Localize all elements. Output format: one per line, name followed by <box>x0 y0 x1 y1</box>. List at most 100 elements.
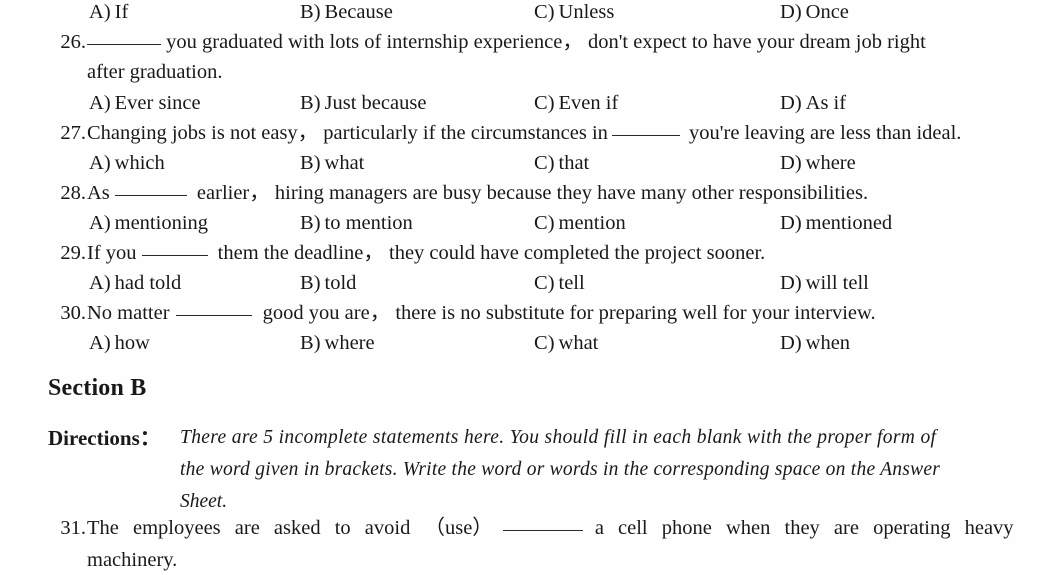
question-27-blank[interactable] <box>611 135 680 136</box>
directions-label: Directions： <box>48 426 161 450</box>
option-a[interactable]: A) mentioning <box>89 208 208 238</box>
option-c-label: tell <box>558 272 585 294</box>
question-27-stem-text-2: you're leaving are less than ideal. <box>683 122 962 144</box>
option-d[interactable]: D) where <box>780 148 856 178</box>
option-c[interactable]: C) mention <box>534 208 626 238</box>
directions-line-1: There are 5 incomplete statements here. … <box>180 427 937 448</box>
option-d[interactable]: D) when <box>780 328 850 358</box>
question-26-blank[interactable] <box>87 44 161 45</box>
question-28-stem-text-1: As <box>87 182 110 204</box>
option-a-paren: ) <box>103 332 111 354</box>
option-b-label: told <box>324 272 357 294</box>
option-d[interactable]: D) mentioned <box>780 208 892 238</box>
option-b[interactable]: B) Because <box>300 0 393 27</box>
option-c[interactable]: C) Even if <box>534 88 618 118</box>
question-26-stem-line2: after graduation. <box>87 57 222 87</box>
option-row-q25: A) If B) Because C) Unless D) Once <box>0 0 1054 27</box>
question-30-blank[interactable] <box>175 315 252 316</box>
option-d-paren: ) <box>794 332 802 354</box>
option-b-mark: B <box>300 1 314 23</box>
option-row-q30: A) how B) where C) what D) when <box>0 328 1054 358</box>
option-d-mark: D <box>780 272 795 294</box>
option-c[interactable]: C) what <box>534 328 598 358</box>
question-29-stem: If you them the deadline， they could hav… <box>87 238 765 268</box>
option-d-label: As if <box>805 92 847 114</box>
option-d-mark: D <box>780 212 795 234</box>
question-28-stem: As earlier， hiring managers are busy bec… <box>87 178 868 208</box>
option-c[interactable]: C) Unless <box>534 0 614 27</box>
option-d-paren: ) <box>794 272 802 294</box>
option-b[interactable]: B) where <box>300 328 375 358</box>
exam-page: A) If B) Because C) Unless D) Once 26. you g… <box>0 0 1054 571</box>
option-d[interactable]: D) will tell <box>780 268 869 298</box>
option-a-label: which <box>114 152 165 174</box>
option-row-q27: A) which B) what C) that D) where <box>0 148 1054 178</box>
option-c[interactable]: C) tell <box>534 268 585 298</box>
question-30-stem: No matter good you are， there is no subs… <box>87 298 876 328</box>
option-b-mark: B <box>300 92 314 114</box>
option-a-label: If <box>114 1 129 23</box>
question-27-stem-text-1: Changing jobs is not easy， particularly … <box>87 122 608 144</box>
question-30-number: 30. <box>60 302 86 324</box>
option-b[interactable]: B) Just because <box>300 88 426 118</box>
question-31-stem-text-1: The employees are asked to avoid （use） <box>87 517 493 539</box>
option-a[interactable]: A) which <box>89 148 165 178</box>
question-28-number: 28. <box>60 182 86 204</box>
directions-line-2: the word given in brackets. Write the wo… <box>180 459 941 480</box>
option-a-paren: ) <box>103 272 111 294</box>
option-d-label: will tell <box>805 272 869 294</box>
question-29-blank[interactable] <box>141 255 208 256</box>
question-31-stem-text-2: a cell phone when they are operating hea… <box>594 517 1014 539</box>
question-28-blank[interactable] <box>114 195 187 196</box>
option-b-mark: B <box>300 212 314 234</box>
option-c[interactable]: C) that <box>534 148 589 178</box>
option-b-label: what <box>324 152 365 174</box>
question-26-number: 26. <box>60 31 86 53</box>
option-d-label: when <box>805 332 851 354</box>
option-a-mark: A <box>89 272 104 294</box>
question-31-stem: The employees are asked to avoid （use） a … <box>87 513 1014 543</box>
option-c-label: mention <box>558 212 626 234</box>
option-b-paren: ) <box>313 332 321 354</box>
option-a-label: how <box>114 332 150 354</box>
option-c-label: that <box>558 152 590 174</box>
option-c-paren: ) <box>547 152 555 174</box>
option-b-label: Just because <box>324 92 427 114</box>
option-d[interactable]: D) Once <box>780 0 849 27</box>
option-b-mark: B <box>300 152 314 174</box>
option-d-paren: ) <box>794 1 802 23</box>
option-a-mark: A <box>89 92 104 114</box>
question-26-stem: you graduated with lots of internship ex… <box>87 27 926 57</box>
option-a-paren: ) <box>103 212 111 234</box>
option-c-label: what <box>558 332 599 354</box>
option-a[interactable]: A) had told <box>89 268 181 298</box>
option-a[interactable]: A) If <box>89 0 128 27</box>
option-d-mark: D <box>780 92 795 114</box>
option-b-mark: B <box>300 332 314 354</box>
option-b[interactable]: B) what <box>300 148 364 178</box>
question-29-stem-text-1: If you <box>87 242 137 264</box>
option-a-label: Ever since <box>114 92 201 114</box>
question-31-number: 31. <box>60 517 86 539</box>
option-a[interactable]: A) how <box>89 328 150 358</box>
option-b-paren: ) <box>313 212 321 234</box>
option-d-paren: ) <box>794 152 802 174</box>
option-c-mark: C <box>534 332 548 354</box>
question-27-number: 27. <box>60 122 86 144</box>
option-c-mark: C <box>534 92 548 114</box>
option-b[interactable]: B) told <box>300 268 356 298</box>
option-c-paren: ) <box>547 92 555 114</box>
question-31-blank[interactable] <box>502 530 583 531</box>
option-a[interactable]: A) Ever since <box>89 88 201 118</box>
option-d-label: Once <box>805 1 849 23</box>
option-a-mark: A <box>89 212 104 234</box>
section-b-heading: Section B <box>48 375 147 401</box>
option-b[interactable]: B) to mention <box>300 208 413 238</box>
option-d[interactable]: D) As if <box>780 88 846 118</box>
option-b-paren: ) <box>313 1 321 23</box>
option-a-label: mentioning <box>114 212 209 234</box>
option-row-q26: A) Ever since B) Just because C) Even if D)… <box>0 88 1054 118</box>
option-c-label: Even if <box>558 92 619 114</box>
option-d-mark: D <box>780 332 795 354</box>
option-d-paren: ) <box>794 92 802 114</box>
